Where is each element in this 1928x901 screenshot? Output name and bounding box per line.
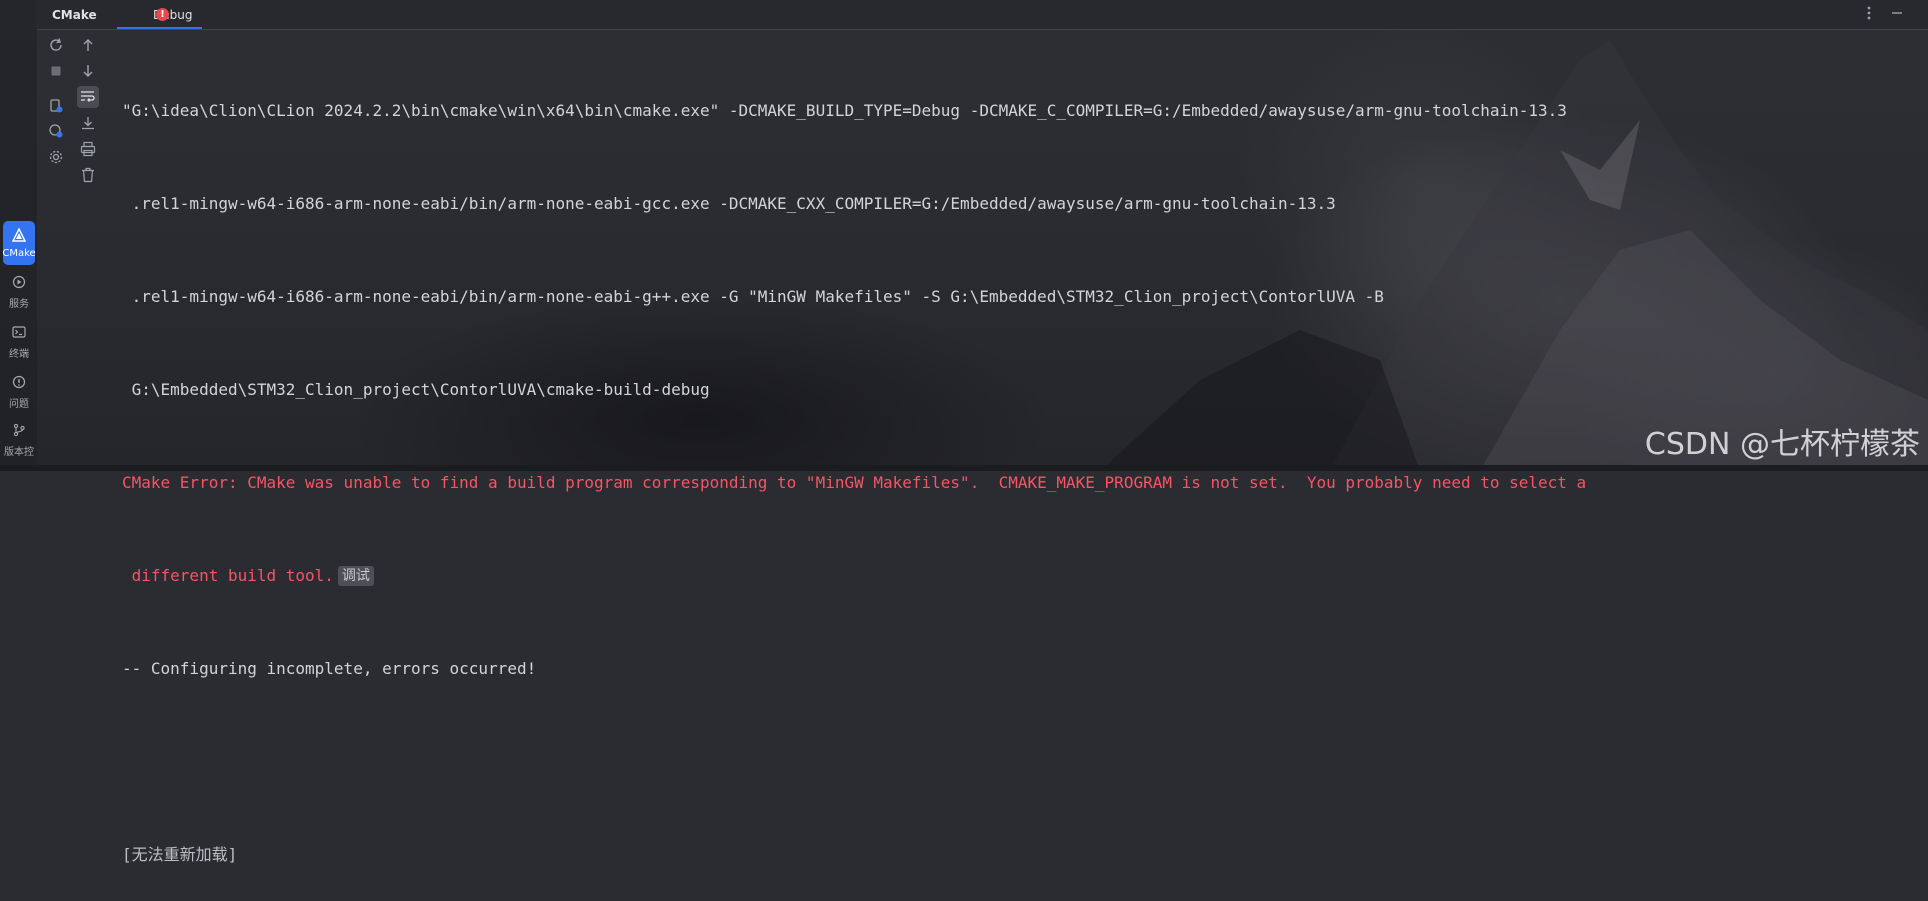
console-line: G:\Embedded\STM32_Clion_project\ContorlU… [122,380,710,399]
arrow-up-icon [83,39,93,51]
sidebar-item-vcs[interactable]: 版本控 [3,418,35,462]
kebab-menu-icon [1867,6,1871,20]
console-line: .rel1-mingw-w64-i686-arm-none-eabi/bin/a… [122,194,1336,213]
sidebar-item-label: 版本控 [4,447,34,458]
soft-wrap-icon [81,91,95,102]
print-button[interactable] [77,138,99,160]
reset-cache-icon [49,124,63,138]
stop-icon [51,66,61,76]
more-options-button[interactable] [1860,6,1878,24]
trash-icon [82,167,94,183]
sidebar-item-label: 问题 [9,399,29,410]
console-line: .rel1-mingw-w64-i686-arm-none-eabi/bin/a… [122,287,1384,306]
vcs-icon [12,422,26,441]
clear-all-button[interactable] [77,164,99,186]
minimize-icon [1892,12,1902,14]
stop-button[interactable] [45,60,67,82]
tool-window-title: CMake [52,8,97,22]
sidebar-item-label: 服务 [9,299,29,310]
debug-hint-chip[interactable]: 调试 [337,566,374,586]
console-line: "G:\idea\Clion\CLion 2024.2.2\bin\cmake\… [122,101,1567,120]
tool-window-strip: CMake 服务 终端 问题 版本控 [0,0,37,471]
reload-failed-notice: [无法重新加载] [122,845,238,864]
terminal-icon [12,324,26,343]
console-error-line: CMake Error: CMake was unable to find a … [122,473,1587,492]
minimize-button[interactable] [1888,6,1906,24]
cmake-settings-button[interactable] [45,146,67,168]
tool-window-header: CMake Debug ! [37,0,1928,30]
scroll-to-end-icon [82,117,94,130]
clear-cache-button[interactable] [45,95,67,117]
console-line: -- Configuring incomplete, errors occurr… [122,659,537,678]
gear-icon [49,150,63,164]
console-error-line-wrap: different build tool. 调试 [122,560,1888,591]
sidebar-item-problems[interactable]: 问题 [3,370,35,414]
scroll-up-button[interactable] [77,34,99,56]
csdn-watermark: CSDN @七杯柠檬茶 [1644,427,1920,462]
sidebar-item-terminal[interactable]: 终端 [3,320,35,364]
sidebar-item-cmake[interactable]: CMake [2,221,36,265]
sidebar-item-label: 终端 [9,349,29,360]
sidebar-item-label: CMake [2,248,36,259]
scroll-down-button[interactable] [77,60,99,82]
sidebar-item-services[interactable]: 服务 [3,270,35,314]
services-icon [12,274,26,293]
cmake-icon [11,227,27,246]
clear-cache-icon [50,99,63,113]
error-badge-icon: ! [156,8,169,21]
soft-wrap-toggle[interactable] [77,86,99,108]
reload-icon [50,38,62,51]
arrow-down-icon [83,65,93,77]
problems-icon [12,374,26,393]
rerun-button[interactable] [45,34,67,56]
scroll-to-end-button[interactable] [77,112,99,134]
taskbar-edge [0,465,1928,471]
reset-cache-button[interactable] [45,120,67,142]
console-error-text: different build tool. [122,566,334,585]
printer-icon [80,141,96,157]
